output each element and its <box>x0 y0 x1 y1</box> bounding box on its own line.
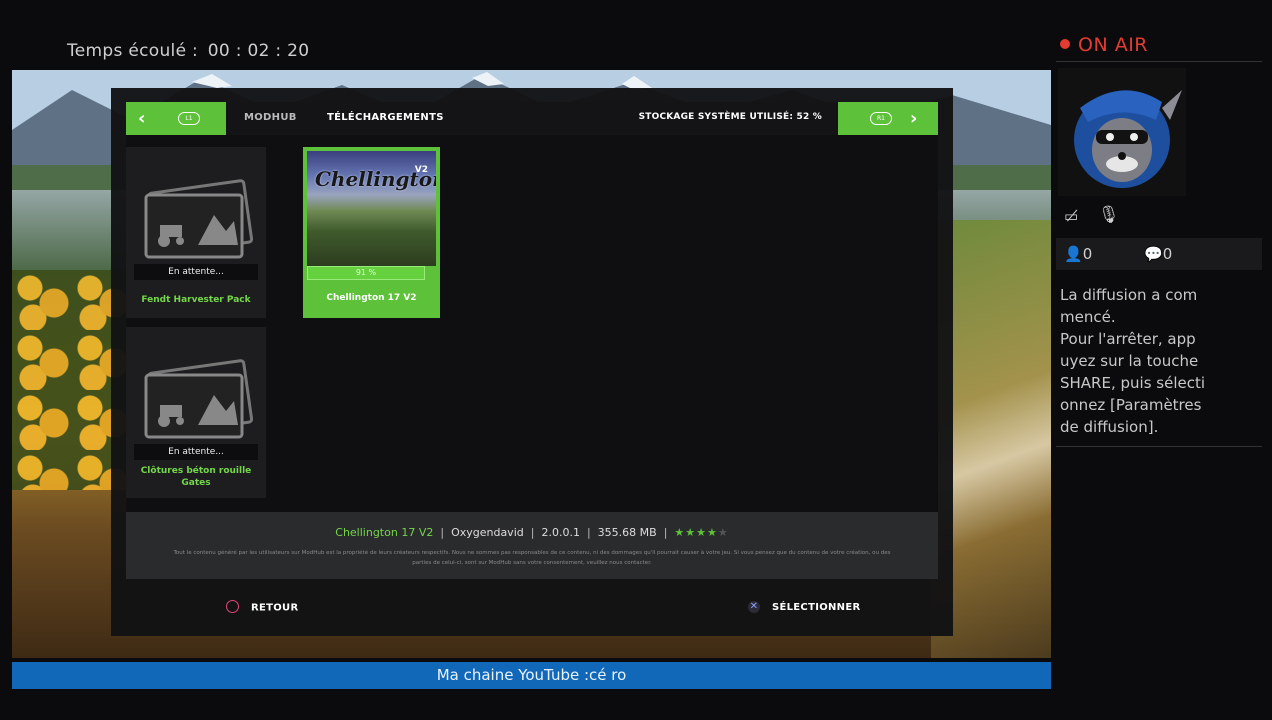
modhub-topbar: ‹ L1 MODHUB TÉLÉCHARGEMENTS STOCKAGE SYS… <box>126 102 938 135</box>
l1-button-icon: L1 <box>178 112 200 125</box>
mod-info-row: Chellington 17 V2 | Oxygendavid | 2.0.0.1 | 35… <box>335 526 729 539</box>
select-label: SÉLECTIONNER <box>772 602 861 613</box>
download-card-clotures[interactable]: En attente... Clôtures béton rouille Gat… <box>126 327 266 498</box>
comment-icon: 💬 <box>1144 245 1163 263</box>
download-card-fendt[interactable]: En attente... Fendt Harvester Pack <box>126 147 266 318</box>
mod-placeholder-icon <box>144 179 254 259</box>
elapsed-time: Temps écoulé : 00 : 02 : 20 <box>63 41 309 61</box>
download-progress-text: 91 % <box>355 268 377 277</box>
comment-count-value: 0 <box>1162 245 1173 263</box>
tab-downloads[interactable]: TÉLÉCHARGEMENTS <box>327 112 444 123</box>
button-hints: RETOUR ✕ SÉLECTIONNER <box>126 593 938 623</box>
on-air-indicator: ON AIR <box>1060 34 1148 56</box>
storage-usage: STOCKAGE SYSTÈME UTILISÉ: 52 % <box>638 112 822 122</box>
comment-count: 💬0 <box>1144 245 1172 263</box>
elapsed-value: 00 : 02 : 20 <box>207 41 310 61</box>
r1-button-icon: R1 <box>870 112 892 125</box>
prev-page-button[interactable]: ‹ L1 <box>126 102 226 135</box>
modhub-panel: ‹ L1 MODHUB TÉLÉCHARGEMENTS STOCKAGE SYS… <box>111 88 953 636</box>
download-name: Chellington 17 V2 <box>326 293 417 303</box>
download-name: Clôtures béton rouille Gates <box>140 466 252 488</box>
back-label: RETOUR <box>251 602 299 614</box>
sidebar-divider <box>1056 446 1262 447</box>
viewer-count-value: 0 <box>1082 245 1093 263</box>
downloads-grid: En attente... Fendt Harvester Pack En at… <box>126 135 938 512</box>
mod-placeholder-icon <box>144 359 254 439</box>
legal-disclaimer: Tout le contenu généré par les utilisate… <box>173 550 891 566</box>
raccoon-avatar-icon <box>1074 90 1182 188</box>
mod-thumbnail-version: V2 <box>414 165 428 175</box>
cross-button-icon: ✕ <box>748 601 760 613</box>
game-screen: ‹ L1 MODHUB TÉLÉCHARGEMENTS STOCKAGE SYS… <box>12 70 1051 658</box>
download-status: En attente... <box>134 264 258 280</box>
mod-info-bar: Chellington 17 V2 | Oxygendavid | 2.0.0.1 | 35… <box>126 512 938 579</box>
mod-info-version: 2.0.0.1 <box>541 526 580 539</box>
on-air-label: ON AIR <box>1078 34 1149 56</box>
chevron-left-icon: ‹ <box>138 108 146 129</box>
viewer-count: 👤0 <box>1064 245 1092 263</box>
download-name: Fendt Harvester Pack <box>141 295 251 305</box>
back-button[interactable]: RETOUR <box>226 600 299 614</box>
camera-off-icon: ▭̸ <box>1064 207 1079 225</box>
download-status: En attente... <box>134 444 258 460</box>
elapsed-label: Temps écoulé : <box>67 41 199 61</box>
tab-modhub[interactable]: MODHUB <box>244 112 297 123</box>
live-dot-icon <box>1060 38 1070 49</box>
broadcast-message: La diffusion a com mencé. Pour l'arrêter… <box>1060 286 1206 436</box>
next-page-button[interactable]: R1 › <box>838 102 938 135</box>
mod-thumbnail: Chellington V2 <box>307 151 436 266</box>
chevron-right-icon: › <box>910 108 918 129</box>
microphone-icon: 🎙 <box>1098 205 1120 225</box>
download-progress-bar: 91 % <box>307 266 425 280</box>
viewer-icon: 👤 <box>1064 245 1083 263</box>
stream-stats: 👤0 💬0 <box>1056 238 1262 270</box>
download-card-chellington[interactable]: Chellington V2 91 % Chellington 17 V2 <box>303 147 440 318</box>
mod-info-author: Oxygendavid <box>451 526 524 539</box>
sidebar-divider <box>1056 61 1262 62</box>
mod-info-size: 355.68 MB <box>597 526 657 539</box>
mod-info-name: Chellington 17 V2 <box>335 526 434 539</box>
circle-button-icon <box>226 600 239 613</box>
youtube-banner: Ma chaine YouTube :cé ro <box>12 662 1051 689</box>
avatar <box>1058 68 1186 196</box>
mod-rating-stars: ★★★★★ <box>674 526 729 539</box>
select-button[interactable]: ✕ SÉLECTIONNER <box>748 601 861 613</box>
